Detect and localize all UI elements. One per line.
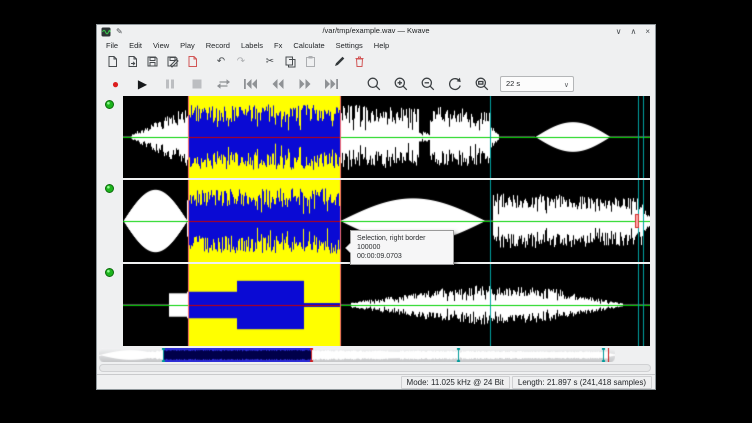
menu-item-view[interactable]: View	[153, 41, 169, 50]
track-controls-column	[97, 96, 123, 346]
track2-led-icon[interactable]	[105, 184, 114, 193]
paste-button[interactable]	[302, 54, 318, 70]
undo-button[interactable]: ↶	[213, 54, 229, 70]
zoom-in-icon	[393, 76, 409, 92]
zoom-level-combobox[interactable]: 22 s ∨	[500, 76, 574, 92]
save-as-button[interactable]	[164, 54, 180, 70]
seek-backward-button[interactable]	[267, 74, 288, 94]
loop-icon	[216, 78, 231, 90]
close-button[interactable]: ×	[645, 25, 650, 38]
desktop: { "window": { "title": "/var/tmp/example…	[0, 0, 752, 423]
menu-item-record[interactable]: Record	[206, 41, 230, 50]
zoom-revert-button[interactable]	[444, 74, 465, 94]
zoom-out-icon	[420, 76, 436, 92]
skip-backward-button[interactable]	[240, 74, 261, 94]
kwave-window: ✎ /var/tmp/example.wav — Kwave ∨ ∧ × Fil…	[96, 24, 656, 390]
paste-icon	[304, 55, 317, 68]
pause-icon	[164, 78, 176, 90]
save-icon	[146, 55, 159, 68]
skip-forward-button[interactable]	[321, 74, 342, 94]
trash-icon	[353, 55, 366, 68]
zoom-out-button[interactable]	[417, 74, 438, 94]
menu-item-file[interactable]: File	[106, 41, 118, 50]
play-button[interactable]: ▶	[132, 74, 153, 94]
save-button[interactable]	[144, 54, 160, 70]
transport-toolbar: ● ▶	[97, 71, 655, 96]
seek-backward-icon	[271, 78, 285, 90]
track1-led-icon[interactable]	[105, 100, 114, 109]
redo-icon: ↷	[237, 57, 245, 67]
seek-forward-button[interactable]	[294, 74, 315, 94]
tooltip-title: Selection, right border	[357, 234, 449, 243]
statusbar: Mode: 11.025 kHz @ 24 Bit Length: 21.897…	[97, 374, 655, 389]
track3-led-icon[interactable]	[105, 268, 114, 277]
copy-icon	[284, 55, 297, 68]
loop-button[interactable]	[213, 74, 234, 94]
save-as-icon	[166, 55, 179, 68]
menu-item-settings[interactable]: Settings	[336, 41, 363, 50]
overview-bar[interactable]	[99, 348, 615, 362]
tooltip-time: 00:00:09.0703	[357, 252, 449, 261]
play-icon: ▶	[138, 78, 147, 90]
zoom-all-button[interactable]	[471, 74, 492, 94]
waveform-track-3[interactable]	[123, 264, 650, 346]
menu-item-edit[interactable]: Edit	[129, 41, 142, 50]
chevron-down-icon: ∨	[564, 81, 569, 89]
new-file-icon	[106, 55, 119, 68]
titlebar[interactable]: ✎ /var/tmp/example.wav — Kwave ∨ ∧ ×	[97, 25, 655, 38]
stop-button[interactable]	[186, 74, 207, 94]
open-file-button[interactable]	[124, 54, 140, 70]
tooltip-samples: 100000	[357, 243, 449, 252]
edit-button[interactable]	[331, 54, 347, 70]
record-icon: ●	[112, 78, 119, 90]
skip-backward-icon	[243, 78, 258, 90]
redo-button[interactable]: ↷	[233, 54, 249, 70]
selection-tooltip: Selection, right border 100000 00:00:09.…	[350, 230, 454, 265]
maximize-button[interactable]: ∧	[630, 25, 636, 38]
copy-button[interactable]	[282, 54, 298, 70]
seek-forward-icon	[298, 78, 312, 90]
zoom-revert-icon	[447, 76, 463, 92]
record-button[interactable]: ●	[105, 74, 126, 94]
status-mode: Mode: 11.025 kHz @ 24 Bit	[401, 376, 510, 389]
stop-icon	[191, 78, 203, 90]
waveform-tracks	[123, 96, 650, 346]
menubar: File Edit View Play Record Labels Fx Calculate S…	[97, 38, 655, 52]
signal-area	[97, 96, 655, 346]
cut-button[interactable]: ✂	[262, 54, 278, 70]
pencil-icon	[333, 55, 346, 68]
file-toolbar: ↶ ↷ ✂	[97, 52, 655, 71]
close-file-icon	[186, 55, 199, 68]
menu-item-play[interactable]: Play	[180, 41, 195, 50]
window-title: /var/tmp/example.wav — Kwave	[97, 26, 655, 35]
zoom-all-icon	[474, 76, 490, 92]
menu-item-calculate[interactable]: Calculate	[293, 41, 324, 50]
open-file-icon	[126, 55, 139, 68]
close-file-button[interactable]	[184, 54, 200, 70]
menu-item-fx[interactable]: Fx	[274, 41, 282, 50]
horizontal-scrollbar[interactable]	[99, 364, 651, 372]
zoom-in-button[interactable]	[390, 74, 411, 94]
undo-icon: ↶	[217, 57, 225, 67]
skip-forward-icon	[324, 78, 339, 90]
cut-icon: ✂	[266, 57, 274, 67]
zoom-level-value: 22 s	[501, 79, 520, 88]
pause-button[interactable]	[159, 74, 180, 94]
zoom-selection-icon	[366, 76, 382, 92]
new-file-button[interactable]	[104, 54, 120, 70]
waveform-track-1[interactable]	[123, 96, 650, 178]
menu-item-labels[interactable]: Labels	[241, 41, 263, 50]
zoom-selection-button[interactable]	[363, 74, 384, 94]
status-length: Length: 21.897 s (241,418 samples)	[512, 376, 652, 389]
menu-item-help[interactable]: Help	[374, 41, 389, 50]
minimize-button[interactable]: ∨	[616, 25, 622, 38]
delete-button[interactable]	[351, 54, 367, 70]
